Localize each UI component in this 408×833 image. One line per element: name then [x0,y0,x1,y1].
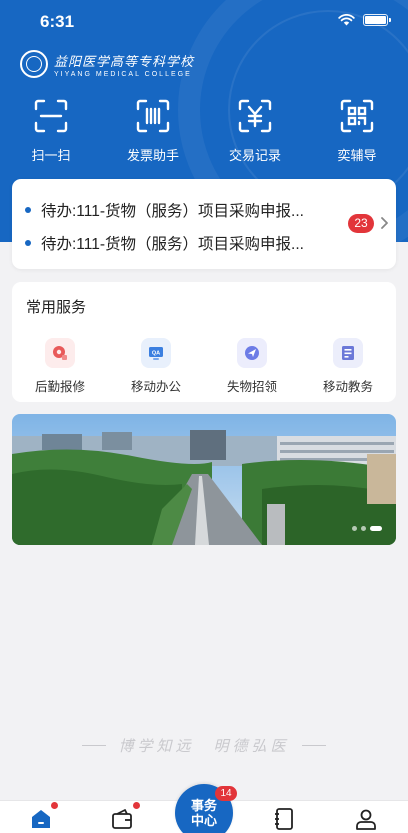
quick-action-label: 发票助手 [126,148,179,163]
todo-text: 待办:111-货物（服务）项目采购申报... [41,203,304,220]
carousel-dot [361,526,366,531]
chevron-right-icon[interactable] [379,216,389,230]
college-motto: 博学知远 明德弘医 [0,735,408,756]
academic-doc-icon [333,338,363,368]
divider [82,745,107,746]
college-seal-icon [20,50,48,78]
todo-text: 待办:111-货物（服务）项目采购申报... [41,236,304,253]
service-mobile-office[interactable]: QA 移动办公 [108,338,204,395]
campus-banner-carousel[interactable] [12,414,396,545]
lost-found-icon [237,338,267,368]
wallet-icon[interactable] [110,807,134,831]
home-icon[interactable] [29,807,53,831]
center-label-line1: 事务 [190,798,217,813]
status-bar: 6:31 [0,0,408,44]
notification-dot [133,802,140,809]
quick-action-label: 奕辅导 [337,148,377,163]
service-label: 移动办公 [130,380,181,394]
status-icons [338,14,391,26]
contacts-book-icon[interactable] [272,807,296,831]
todo-item[interactable]: 待办:111-货物（服务）项目采购申报... [25,199,345,221]
college-brand: 益阳医学高等专科学校 YIYANG MEDICAL COLLEGE [20,50,194,78]
service-label: 移动教务 [322,380,373,394]
yuan-transaction-icon [238,99,272,133]
center-label-line2: 中心 [190,813,217,828]
repair-icon [45,338,75,368]
quick-action-transactions[interactable]: 交易记录 [204,98,306,164]
svg-text:QA: QA [152,351,160,357]
quick-action-tutoring[interactable]: 奕辅导 [306,98,408,164]
quick-action-label: 交易记录 [228,148,281,163]
service-label: 后勤报修 [34,380,85,394]
todo-card[interactable]: 待办:111-货物（服务）项目采购申报... 待办:111-货物（服务）项目采购… [12,179,396,269]
carousel-indicator [352,526,382,531]
divider [301,745,326,746]
todo-count-badge: 23 [348,214,374,233]
notification-dot [51,802,58,809]
invoice-icon [136,99,170,133]
service-label: 失物招领 [226,380,277,394]
quick-action-scan[interactable]: 扫一扫 [0,98,102,164]
battery-icon [363,14,391,26]
quick-actions: 扫一扫 发票助手 交易记录 奕辅导 [0,98,408,164]
carousel-dot-active [370,526,382,531]
service-lost-found[interactable]: 失物招领 [204,338,300,395]
brand-name-cn: 益阳医学高等专科学校 [54,54,195,70]
qa-monitor-icon: QA [141,338,171,368]
quick-action-label: 扫一扫 [31,148,71,163]
scan-icon [34,99,68,133]
wifi-icon [338,14,355,26]
services-grid: 后勤报修 QA 移动办公 失物招领 移动教务 [12,338,396,395]
bullet-dot [25,207,31,213]
campus-photo [12,414,396,545]
bullet-dot [25,240,31,246]
affairs-count-badge: 14 [215,786,237,801]
common-services-card: 常用服务 后勤报修 QA 移动办公 失物招领 移动教务 [12,282,396,402]
qr-code-icon [340,99,374,133]
todo-item[interactable]: 待办:111-货物（服务）项目采购申报... [25,232,345,254]
service-repair[interactable]: 后勤报修 [12,338,108,395]
service-academic[interactable]: 移动教务 [300,338,396,395]
quick-action-invoice[interactable]: 发票助手 [102,98,204,164]
profile-icon[interactable] [354,807,378,831]
brand-name-en: YIYANG MEDICAL COLLEGE [54,70,192,78]
carousel-dot [352,526,357,531]
motto-text: 博学知远 明德弘医 [118,737,290,755]
status-time: 6:31 [40,12,75,31]
section-title: 常用服务 [26,299,87,316]
